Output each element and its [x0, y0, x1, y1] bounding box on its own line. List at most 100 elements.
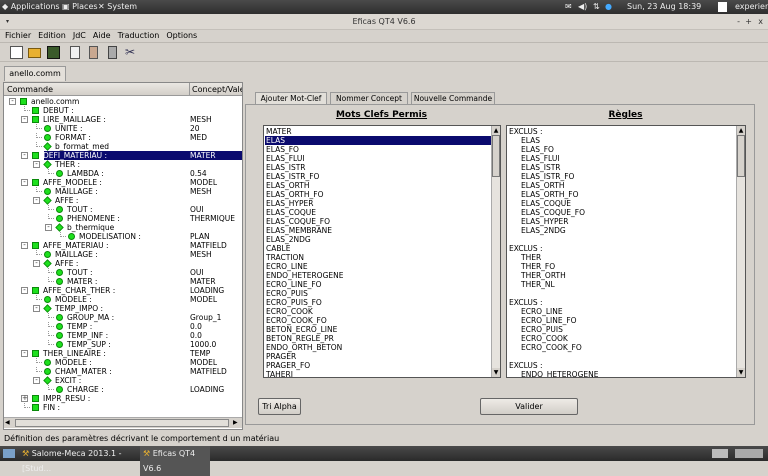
tri-alpha-button[interactable]: Tri Alpha	[258, 398, 301, 415]
tree-row[interactable]: - AFFE_CHAR_THER : LOADING	[4, 286, 242, 295]
keyword-item[interactable]: ELAS_FLUI	[266, 154, 305, 163]
tree-row[interactable]: UNITE : 20	[4, 124, 242, 133]
maximize-button[interactable]: +	[745, 14, 752, 30]
scroll-left-arrow[interactable]: ◀	[5, 419, 13, 427]
keyword-item[interactable]: ENDO_ORTH_BETON	[266, 343, 342, 352]
scroll-down-arrow[interactable]: ▼	[492, 368, 500, 377]
column-header-value[interactable]: Concept/Valeur	[189, 83, 242, 96]
network-icon[interactable]: ⇅	[593, 0, 600, 14]
tree-row[interactable]: - EXCIT :	[4, 376, 242, 385]
paste-icon[interactable]	[89, 46, 98, 59]
tree-row[interactable]: CHAM_MATER : MATFIELD	[4, 367, 242, 376]
keyword-item[interactable]: CABLE	[266, 244, 290, 253]
collapse-icon[interactable]: -	[21, 350, 28, 357]
menu-options[interactable]: Options	[166, 31, 197, 40]
copy-icon[interactable]	[70, 46, 80, 59]
tree-row[interactable]: LAMBDA : 0.54	[4, 169, 242, 178]
menu-fichier[interactable]: Fichier	[5, 31, 31, 40]
scroll-right-arrow[interactable]: ▶	[233, 419, 241, 427]
tree-row[interactable]: MAILLAGE : MESH	[4, 250, 242, 259]
tree-row[interactable]: - LIRE_MAILLAGE : MESH	[4, 115, 242, 124]
rules-scrollbar[interactable]: ▲ ▼	[736, 126, 745, 377]
tree-row[interactable]: DEBUT :	[4, 106, 242, 115]
collapse-icon[interactable]: -	[33, 161, 40, 168]
collapse-icon[interactable]: -	[45, 224, 52, 231]
open-folder-icon[interactable]	[28, 48, 41, 58]
tree-row[interactable]: - AFFE_MODELE : MODEL	[4, 178, 242, 187]
tree-row[interactable]: + IMPR_RESU :	[4, 394, 242, 403]
minimize-button[interactable]: -	[737, 14, 740, 30]
keyword-item[interactable]: ELAS_ORTH	[266, 181, 310, 190]
system-menu[interactable]: ✕ System	[98, 0, 137, 14]
keyword-item[interactable]: BETON_ECRO_LINE	[266, 325, 337, 334]
keyword-item[interactable]: ELAS	[265, 136, 493, 145]
tree-row[interactable]: TEMP : 0.0	[4, 322, 242, 331]
tree-row[interactable]: GROUP_MA : Group_1	[4, 313, 242, 322]
keyword-item[interactable]: TRACTION	[266, 253, 304, 262]
tree-row[interactable]: MODELE : MODEL	[4, 295, 242, 304]
trash-icon[interactable]	[712, 449, 728, 458]
keyword-item[interactable]: BETON_REGLE_PR	[266, 334, 334, 343]
menu-edition[interactable]: Edition	[38, 31, 66, 40]
mail-icon[interactable]: ✉	[565, 0, 572, 14]
workspace-indicator[interactable]	[718, 2, 727, 12]
scroll-thumb[interactable]	[737, 135, 745, 177]
tree-row[interactable]: - TEMP_IMPO :	[4, 304, 242, 313]
collapse-icon[interactable]: -	[33, 305, 40, 312]
save-icon[interactable]	[47, 46, 60, 59]
keyword-item[interactable]: ELAS_COQUE_FO	[266, 217, 330, 226]
keywords-list[interactable]: MATER ELAS ELAS_FO ELAS_FLUI ELAS_ISTR ELAS_I…	[263, 125, 501, 378]
tree-row[interactable]: TEMP_SUP : 1000.0	[4, 340, 242, 349]
collapse-icon[interactable]: -	[21, 242, 28, 249]
menu-aide[interactable]: Aide	[93, 31, 111, 40]
keyword-item[interactable]: ELAS_ISTR_FO	[266, 172, 319, 181]
tree-row[interactable]: CHARGE : LOADING	[4, 385, 242, 394]
menu-traduction[interactable]: Traduction	[118, 31, 160, 40]
tree-row[interactable]: MAILLAGE : MESH	[4, 187, 242, 196]
keyword-item[interactable]: ELAS_HYPER	[266, 199, 313, 208]
keyword-item[interactable]: ECRO_PUIS	[266, 289, 308, 298]
taskbar-item-eficas[interactable]: ⚒ Eficas QT4 V6.6	[140, 446, 210, 476]
scroll-down-arrow[interactable]: ▼	[737, 368, 745, 377]
tab-anello-comm[interactable]: anello.comm	[4, 66, 66, 81]
tree-row[interactable]: TOUT : OUI	[4, 268, 242, 277]
window-menu-icon[interactable]: ▾	[6, 14, 9, 30]
keyword-item[interactable]: PRAGER	[266, 352, 296, 361]
keyword-item[interactable]: MATER	[266, 127, 292, 136]
tree-row[interactable]: PHENOMENE : THERMIQUE	[4, 214, 242, 223]
expand-icon[interactable]: +	[21, 395, 28, 402]
delete-icon[interactable]	[108, 46, 117, 59]
show-desktop-icon[interactable]	[3, 449, 15, 458]
tree-row[interactable]: FIN :	[4, 403, 242, 412]
tree-row[interactable]: - AFFE :	[4, 196, 242, 205]
cut-icon[interactable]: ✂	[125, 46, 138, 59]
collapse-icon[interactable]: -	[21, 179, 28, 186]
scroll-thumb[interactable]	[15, 419, 229, 427]
workspace-switcher[interactable]	[735, 449, 763, 458]
keyword-item[interactable]: ENDO_HETEROGENE	[266, 271, 344, 280]
new-file-icon[interactable]	[10, 46, 23, 59]
alert-icon[interactable]: ●	[605, 0, 612, 14]
keyword-item[interactable]: ECRO_LINE_FO	[266, 280, 322, 289]
tree-row[interactable]: TOUT : OUI	[4, 205, 242, 214]
tree-row[interactable]: FORMAT : MED	[4, 133, 242, 142]
collapse-icon[interactable]: -	[21, 152, 28, 159]
close-button[interactable]: x	[758, 14, 763, 30]
collapse-icon[interactable]: -	[33, 377, 40, 384]
keyword-item[interactable]: ELAS_ORTH_FO	[266, 190, 324, 199]
keyword-item[interactable]: ELAS_MEMBRANE	[266, 226, 332, 235]
tree-row[interactable]: - AFFE :	[4, 259, 242, 268]
applications-menu[interactable]: ◆ Applications	[2, 0, 60, 14]
tree-row[interactable]: b_format_med	[4, 142, 242, 151]
keyword-item[interactable]: ELAS_COQUE	[266, 208, 316, 217]
tree-row[interactable]: - b_thermique	[4, 223, 242, 232]
scroll-up-arrow[interactable]: ▲	[737, 126, 745, 135]
collapse-icon[interactable]: -	[21, 287, 28, 294]
keyword-item[interactable]: ECRO_PUIS_FO	[266, 298, 322, 307]
horizontal-scrollbar[interactable]: ◀ ▶	[4, 417, 242, 428]
keyword-item[interactable]: ECRO_COOK	[266, 307, 313, 316]
command-tree[interactable]: Commande Concept/Valeur - anello.commDEBU…	[3, 82, 243, 430]
collapse-icon[interactable]: -	[9, 98, 16, 105]
tree-row[interactable]: - AFFE_MATERIAU : MATFIELD	[4, 241, 242, 250]
user-menu[interactable]: experience	[735, 0, 768, 14]
